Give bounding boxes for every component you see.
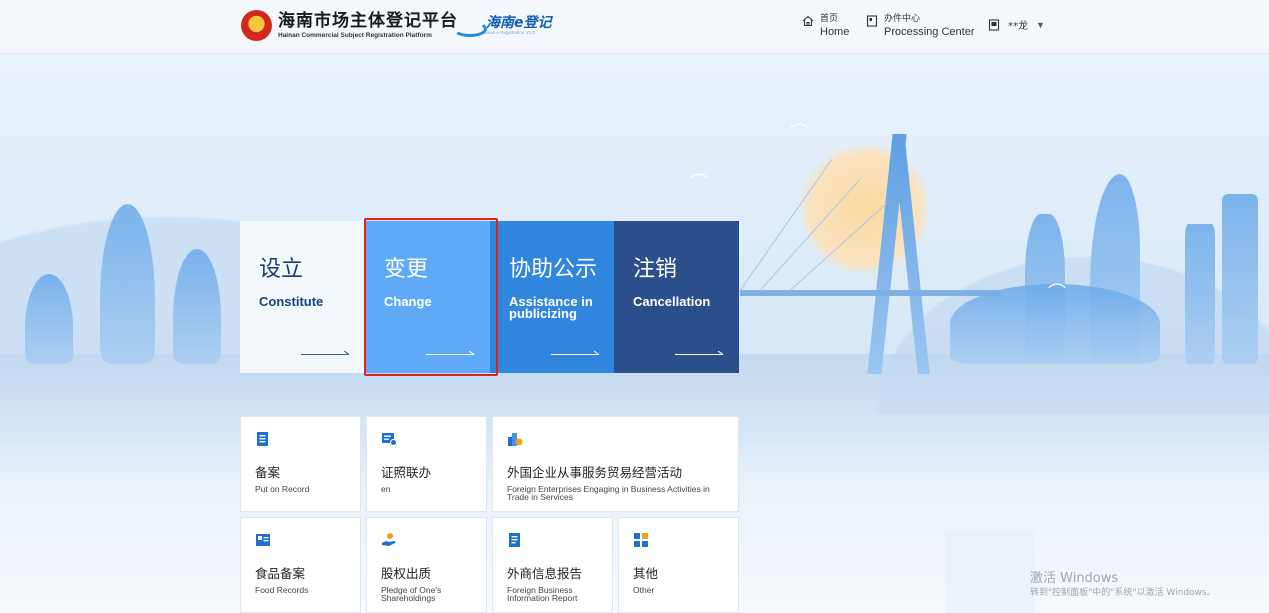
e-registration-logo: 海南e登记 Hainan e Registration V2.0 — [453, 15, 552, 37]
tile-title-cn: 设立 — [259, 257, 304, 282]
card-title-cn: 食品备案 — [255, 566, 306, 581]
user-menu[interactable]: **龙 ▼ — [988, 17, 1045, 32]
card-title-en: Other — [633, 585, 655, 595]
tile-cancellation[interactable]: 注销 Cancellation — [614, 221, 739, 373]
card-foreign-info-report[interactable]: 外商信息报告 Foreign Business Information Repo… — [492, 517, 613, 613]
brand-title-cn: 海南市场主体登记平台 — [278, 10, 458, 31]
arrow-right-icon — [551, 349, 599, 355]
user-name: **龙 — [1008, 21, 1028, 32]
card-title-en: Foreign Enterprises Engaging in Business… — [507, 484, 710, 502]
foreign-enterprise-icon — [508, 433, 523, 446]
report-icon — [509, 533, 520, 547]
tile-title-en: Constitute — [259, 294, 324, 309]
windows-watermark-graphic — [945, 530, 1035, 613]
e-registration-title: 海南e登记 — [486, 15, 552, 31]
nav-home[interactable]: 首页 Home — [802, 13, 849, 39]
platform-brand[interactable]: 海南市场主体登记平台 Hainan Commercial Subject Reg… — [241, 10, 458, 41]
card-license-joint[interactable]: 证照联办 en — [366, 416, 487, 512]
card-title-cn: 外国企业从事服务贸易经营活动 — [507, 465, 683, 480]
card-title-en: Put on Record — [255, 484, 310, 494]
national-emblem-icon — [241, 10, 272, 41]
nav-home-cn: 首页 — [820, 14, 839, 24]
card-put-on-record[interactable]: 备案 Put on Record — [240, 416, 361, 512]
pledge-icon — [382, 533, 396, 546]
nav-center-en: Processing Center — [884, 26, 975, 38]
record-icon — [257, 432, 268, 446]
tile-title-cn: 注销 — [633, 257, 678, 282]
bird-illustration: ⌒ — [690, 173, 708, 193]
tile-assistance-publicizing[interactable]: 协助公示 Assistance in publicizing — [490, 221, 615, 373]
nav-center-cn: 办件中心 — [884, 14, 921, 24]
windows-watermark-title: 激活 Windows — [1030, 571, 1119, 586]
tile-title-en: Assistance in publicizing — [509, 294, 593, 321]
chevron-down-icon[interactable]: ▼ — [1036, 20, 1045, 30]
card-title-en: Foreign Business Information Report — [507, 585, 578, 603]
license-icon — [382, 433, 397, 446]
tile-title-cn: 变更 — [384, 257, 429, 282]
building-illustration — [1185, 224, 1215, 364]
food-record-icon — [256, 534, 270, 546]
card-food-records[interactable]: 食品备案 Food Records — [240, 517, 361, 613]
arrow-right-icon — [675, 349, 723, 355]
tile-title-cn: 协助公示 — [509, 257, 598, 282]
tile-title-en: Change — [384, 294, 432, 309]
card-foreign-enterprise-services[interactable]: 外国企业从事服务贸易经营活动 Foreign Enterprises Engag… — [492, 416, 739, 512]
bird-illustration: ⌒ — [790, 123, 808, 143]
tile-title-en: Cancellation — [633, 294, 711, 309]
user-card-icon — [988, 18, 1000, 31]
windows-watermark-subtitle: 转到"控制面板"中的"系统"以激活 Windows。 — [1030, 588, 1216, 598]
home-icon — [802, 15, 814, 27]
e-registration-icon — [453, 18, 487, 37]
card-title-en: Pledge of One's Shareholdings — [381, 585, 442, 603]
bridge-deck — [740, 290, 1000, 296]
tile-change[interactable]: 变更 Change — [365, 221, 490, 373]
tile-constitute[interactable]: 设立 Constitute — [240, 221, 365, 373]
clock-tower-illustration — [1222, 194, 1258, 364]
top-header: 海南市场主体登记平台 Hainan Commercial Subject Reg… — [0, 0, 1269, 54]
card-title-cn: 证照联办 — [381, 465, 432, 480]
brand-title-en: Hainan Commercial Subject Registration P… — [278, 31, 432, 39]
nav-home-en: Home — [820, 26, 850, 38]
grid-icon — [634, 533, 648, 547]
card-title-cn: 股权出质 — [381, 566, 432, 581]
card-other[interactable]: 其他 Other — [618, 517, 739, 613]
card-title-cn: 备案 — [255, 465, 281, 480]
card-title-cn: 外商信息报告 — [507, 566, 583, 581]
document-icon — [866, 15, 878, 27]
card-title-cn: 其他 — [633, 566, 659, 581]
nav-processing-center[interactable]: 办件中心 Processing Center — [866, 13, 975, 39]
brand-text: 海南市场主体登记平台 Hainan Commercial Subject Reg… — [278, 11, 458, 41]
arrow-right-icon — [301, 349, 349, 355]
arrow-right-icon — [426, 349, 474, 355]
card-title-en: Food Records — [255, 585, 309, 595]
card-equity-pledge[interactable]: 股权出质 Pledge of One's Shareholdings — [366, 517, 487, 613]
card-title-en: en — [381, 484, 391, 494]
bird-illustration: ⌒ — [1048, 283, 1066, 303]
